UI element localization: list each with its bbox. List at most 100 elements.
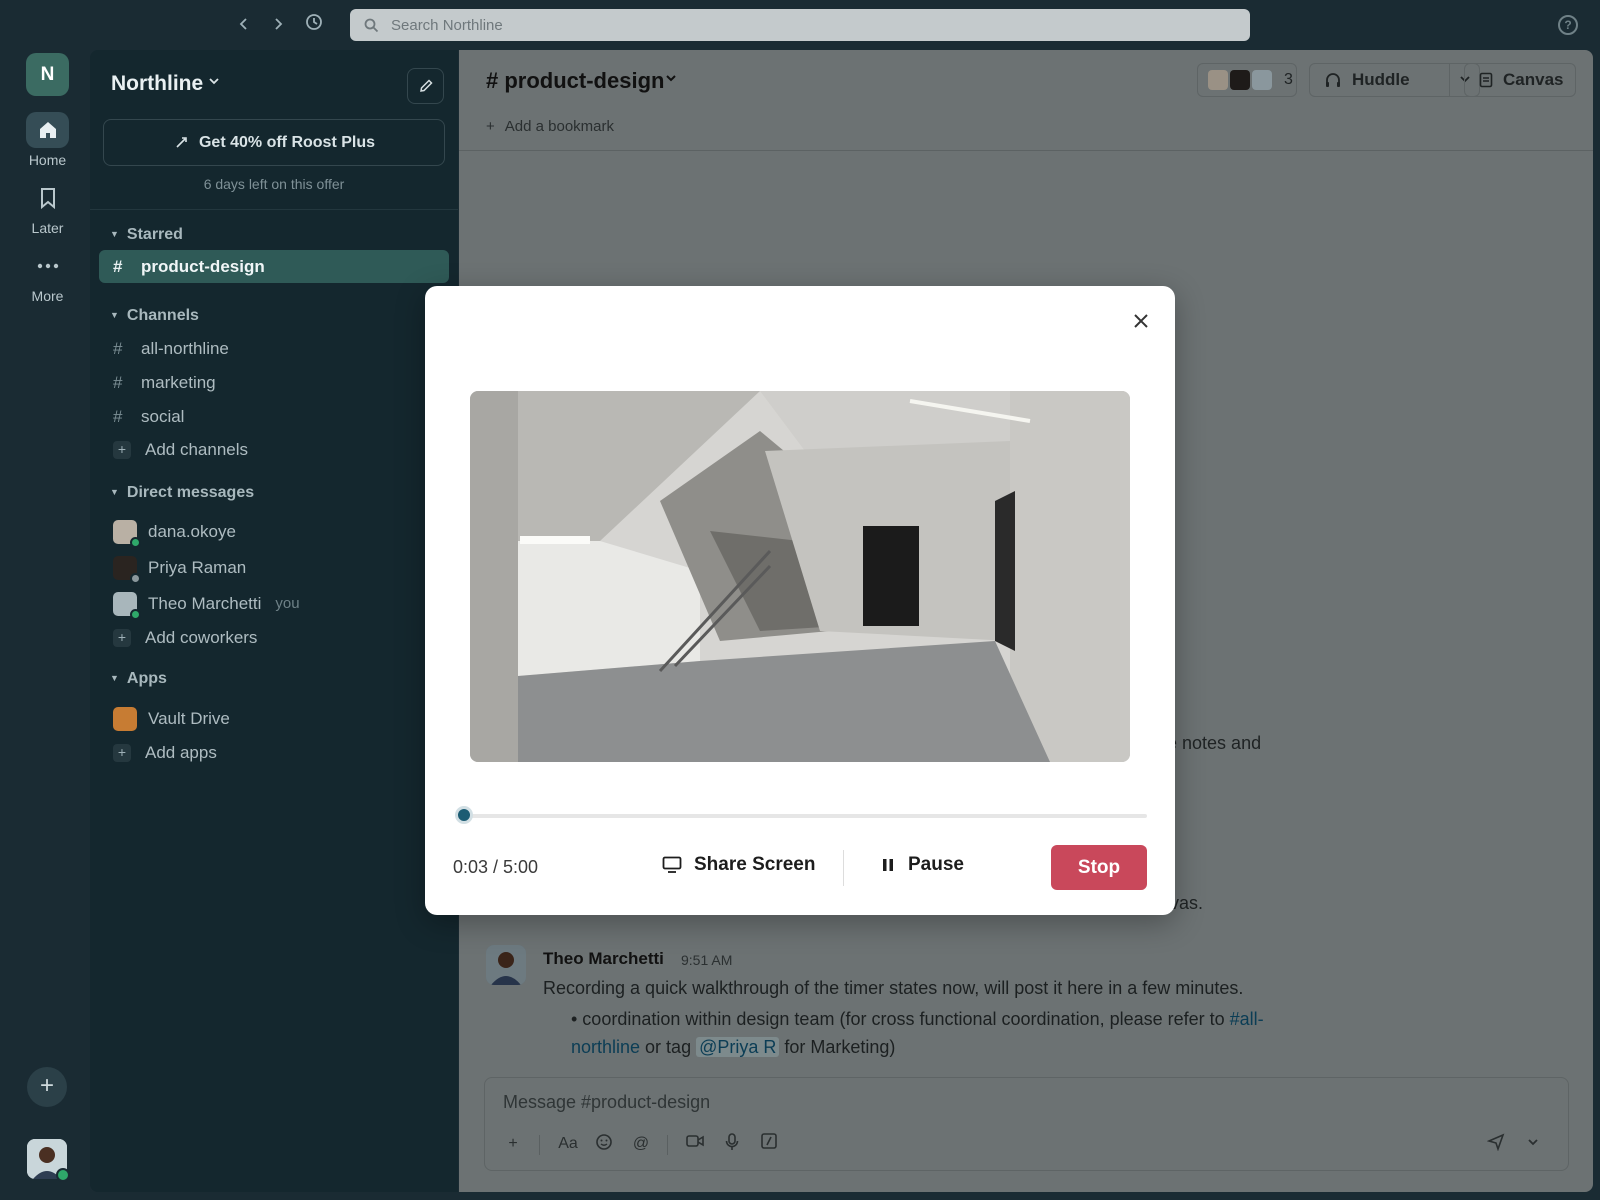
add-apps-label: Add apps <box>145 742 217 762</box>
avatar[interactable] <box>27 1139 70 1182</box>
section-apps[interactable]: ▼ Apps <box>110 670 167 688</box>
channel-name: marketing <box>141 372 216 392</box>
section-label: Apps <box>126 670 167 687</box>
vault-drive-app-icon <box>113 706 137 731</box>
promo-button[interactable]: Get 40% off Roost Plus <box>103 119 445 166</box>
shortcuts-icon[interactable] <box>758 1133 780 1155</box>
sidebar-item-dm-theo[interactable]: Theo Marchetti you <box>99 587 449 620</box>
pause-button[interactable]: Pause <box>882 854 964 876</box>
section-direct-messages[interactable]: ▼ Direct messages <box>110 484 254 502</box>
forward-arrow-icon[interactable] <box>266 13 290 37</box>
section-label: Direct messages <box>126 484 255 501</box>
header-divider <box>459 150 1593 151</box>
caret-down-icon: ▼ <box>110 673 119 683</box>
recording-progress-handle[interactable] <box>454 806 473 824</box>
sidebar-item-dm-priya[interactable]: Priya Raman <box>99 551 449 584</box>
sidebar-item-all-northline[interactable]: # all-northline <box>99 332 449 365</box>
add-coworkers-button[interactable]: + Add coworkers <box>99 621 449 654</box>
add-bookmark-button[interactable]: + Add a bookmark <box>486 118 614 135</box>
emoji-icon[interactable] <box>593 1133 615 1155</box>
caret-down-icon: ▼ <box>110 229 119 239</box>
dm-name: Theo Marchetti <box>148 593 262 613</box>
plus-icon: + <box>486 118 495 135</box>
message-composer[interactable]: Message #product-design + Aa @ <box>484 1077 1569 1171</box>
add-channels-button[interactable]: + Add channels <box>99 433 449 466</box>
rocket-icon <box>176 136 187 148</box>
sidebar-item-marketing[interactable]: # marketing <box>99 366 449 399</box>
video-icon[interactable] <box>684 1133 706 1155</box>
sidebar-item-vault-drive[interactable]: Vault Drive <box>99 702 449 735</box>
search-input[interactable]: Search Northline <box>350 9 1250 41</box>
close-icon[interactable] <box>1130 310 1152 332</box>
hash-icon: # <box>113 256 123 276</box>
status-dot <box>130 536 141 548</box>
message-author[interactable]: Theo Marchetti <box>543 949 664 969</box>
you-label: you <box>275 595 300 612</box>
headphones-icon <box>1326 73 1340 87</box>
channel-title[interactable]: # product-design <box>486 68 664 94</box>
microphone-icon[interactable] <box>721 1133 743 1155</box>
rail-item-more[interactable]: More <box>0 248 95 304</box>
recording-timecode: 0:03 / 5:00 <box>453 857 539 877</box>
monitor-icon <box>662 856 682 873</box>
user-mention[interactable]: @Priya R <box>696 1037 780 1057</box>
pause-label: Pause <box>908 854 964 875</box>
pause-icon <box>883 859 893 871</box>
back-arrow-icon[interactable] <box>232 13 256 37</box>
formatting-icon[interactable]: Aa <box>557 1133 579 1155</box>
rail-item-home[interactable]: Home <box>0 112 95 168</box>
canvas-icon <box>1479 72 1493 88</box>
stairwell-preview-image <box>470 391 1130 762</box>
add-workspace-button[interactable]: + <box>27 1067 67 1107</box>
message-timestamp[interactable]: 9:51 AM <box>681 952 732 968</box>
promo-subtext: 6 days left on this offer <box>203 176 345 192</box>
avatar <box>1208 70 1228 90</box>
history-icon[interactable] <box>302 13 326 37</box>
rail-label: More <box>31 288 64 304</box>
workspace-name[interactable]: Northline <box>111 72 203 96</box>
avatar <box>1252 70 1272 90</box>
sidebar-item-product-design[interactable]: # product-design <box>99 250 449 283</box>
status-dot <box>130 608 141 620</box>
status-dot <box>130 572 141 584</box>
message-bullet: • coordination within design team (for c… <box>571 1005 1331 1061</box>
avatar <box>113 519 141 548</box>
help-icon[interactable]: ? <box>1558 15 1578 35</box>
rail-item-later[interactable]: Later <box>0 180 95 236</box>
huddle-label: Huddle <box>1352 70 1410 89</box>
add-apps-button[interactable]: + Add apps <box>99 736 449 769</box>
member-count: 3 <box>1284 71 1293 88</box>
recording-progress-track[interactable] <box>457 814 1147 818</box>
app-name: Vault Drive <box>148 708 230 728</box>
avatar <box>113 591 141 620</box>
avatar <box>113 555 141 584</box>
plus-icon[interactable]: + <box>502 1133 524 1155</box>
chevron-down-icon[interactable] <box>208 74 220 90</box>
workspace-switcher[interactable]: N <box>26 53 69 96</box>
chevron-down-icon[interactable] <box>1522 1133 1544 1155</box>
chevron-down-icon[interactable] <box>665 71 677 87</box>
sidebar-item-dm-dana[interactable]: dana.okoye <box>99 515 449 548</box>
sidebar-item-social[interactable]: # social <box>99 400 449 433</box>
dm-name: Priya Raman <box>148 557 247 577</box>
hash-icon: # <box>113 372 123 392</box>
pencil-icon <box>419 79 433 92</box>
stop-recording-button[interactable]: Stop <box>1051 845 1147 890</box>
mention-icon[interactable]: @ <box>630 1133 652 1155</box>
caret-down-icon: ▼ <box>110 487 119 497</box>
avatar[interactable] <box>486 945 526 985</box>
members-button[interactable]: 3 <box>1197 63 1297 97</box>
share-screen-button[interactable]: Share Screen <box>662 854 815 876</box>
compose-button[interactable] <box>407 68 444 104</box>
send-icon[interactable] <box>1485 1133 1507 1155</box>
huddle-button[interactable]: Huddle <box>1309 63 1450 97</box>
section-channels[interactable]: ▼ Channels <box>110 307 199 325</box>
bookmark-icon <box>26 180 69 216</box>
caret-down-icon: ▼ <box>110 310 119 320</box>
rail-label: Home <box>28 152 67 168</box>
channel-name: all-northline <box>141 338 229 358</box>
divider <box>90 209 458 210</box>
section-starred[interactable]: ▼ Starred <box>110 226 183 244</box>
bullet-text: for Marketing) <box>779 1037 896 1057</box>
canvas-button[interactable]: Canvas <box>1464 63 1576 97</box>
